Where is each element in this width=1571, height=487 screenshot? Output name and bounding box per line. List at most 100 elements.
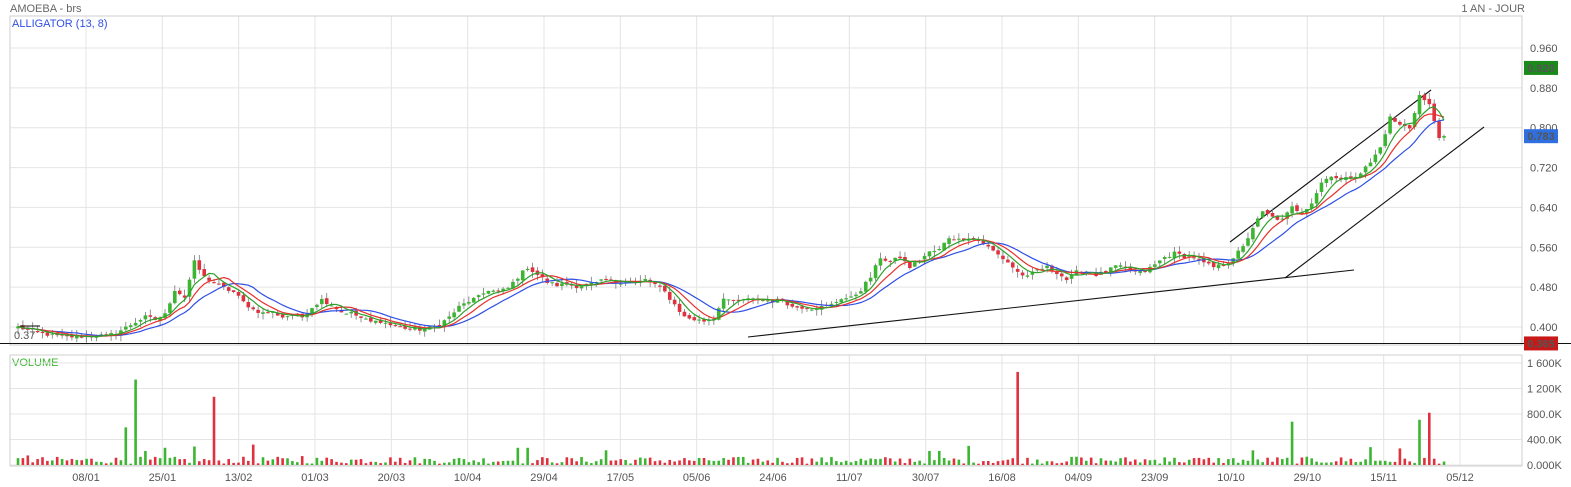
volume-bar [1403,458,1407,465]
volume-bar [320,460,324,465]
volume-bar [251,444,255,465]
volume-bar [281,458,284,465]
y-tick-label: 1 200K [1527,384,1563,396]
volume-bar [1187,459,1191,465]
volume-bar [21,458,25,465]
volume-bar [345,463,348,465]
volume-bar [761,461,765,465]
candle-body [618,283,623,285]
volume-bar [433,460,436,465]
volume-bar [683,458,686,465]
volume-bar [276,456,280,465]
volume-bar [1089,457,1093,465]
volume-bar [1016,371,1019,465]
volume-bar [1173,457,1176,465]
volume-bar [149,459,152,465]
volume-bar [188,462,191,465]
candle-body [898,256,902,259]
volume-bar [340,462,343,465]
volume-bar [1217,458,1220,465]
candle-body [667,291,672,300]
candle-body [937,248,942,251]
volume-bar [1349,458,1353,465]
candle-body [560,283,564,287]
volume-bar [692,460,696,465]
candle-body [447,316,452,319]
volume-bar [129,463,133,465]
candle-body [888,260,893,262]
volume-bar [202,459,206,465]
volume-bar [153,456,157,465]
x-tick-label: 13/02 [225,472,253,484]
volume-bar [1227,459,1230,465]
candle-body [173,290,177,304]
volume-bar [991,462,995,465]
candle-body [829,303,834,305]
volume-bar [570,458,574,465]
candle-body [922,255,927,260]
candle-body [143,315,148,320]
candle-body [486,290,491,294]
volume-bar [575,461,578,465]
volume-bar [707,460,711,465]
candle-body [320,298,324,305]
x-tick-label: 20/03 [378,472,406,484]
candle-body [192,260,197,279]
volume-bar [477,462,480,465]
volume-bar [1114,461,1117,465]
candle-body [1118,265,1123,267]
x-tick-label: 05/12 [1446,472,1474,484]
alligator-jaw-line [17,119,1445,337]
volume-bar [673,461,676,465]
candle-body [1167,256,1172,258]
volume-bar [134,379,137,465]
candle-body [839,299,844,303]
volume-bar [36,459,39,465]
x-tick-label: 23/09 [1141,472,1169,484]
volume-bar [55,456,59,465]
volume-bar [1432,458,1436,465]
volume-bar [1383,460,1387,465]
volume-bar [41,457,44,465]
candle-body [1015,268,1020,272]
volume-bar [51,460,54,465]
volume-bar [805,463,809,465]
volume-bar [864,460,868,465]
volume-bar [482,458,485,465]
volume-bar [908,458,912,465]
volume-bar [766,460,770,465]
candle-body [1417,94,1422,115]
low-line-label: 0.37 [14,330,35,342]
volume-bar [1129,461,1132,465]
candle-body [324,298,329,305]
volume-bar [1280,459,1284,465]
candle-body [457,305,461,312]
candle-body [344,313,349,315]
volume-bar [364,463,368,465]
volume-bar [609,460,613,465]
candle-body [1246,238,1250,246]
candle-body [721,298,726,309]
candle-body [643,278,648,281]
volume-bar [1035,459,1039,465]
volume-bar [227,459,231,465]
high-price-tag: 0.920 [1527,63,1555,75]
candle-body [1251,228,1255,240]
volume-bar [1192,458,1196,465]
y-axis-ticks: 0.9600.8800.8000.7200.6400.5600.4800.400… [1527,43,1563,472]
volume-bar [222,463,226,465]
volume-bar [790,462,794,465]
y-tick-label: 0.640 [1530,202,1558,214]
volume-bar [516,447,520,465]
volume-bar [1364,459,1367,465]
volume-bar [996,461,1000,465]
candle-body [947,238,951,244]
volume-bar [599,459,603,465]
volume-bar [1231,458,1235,465]
volume-bar [972,462,975,465]
volume-bar [75,460,79,465]
volume-bar [815,461,819,465]
candle-body [1153,264,1157,267]
volume-bar [923,463,926,465]
candle-body [256,309,260,313]
